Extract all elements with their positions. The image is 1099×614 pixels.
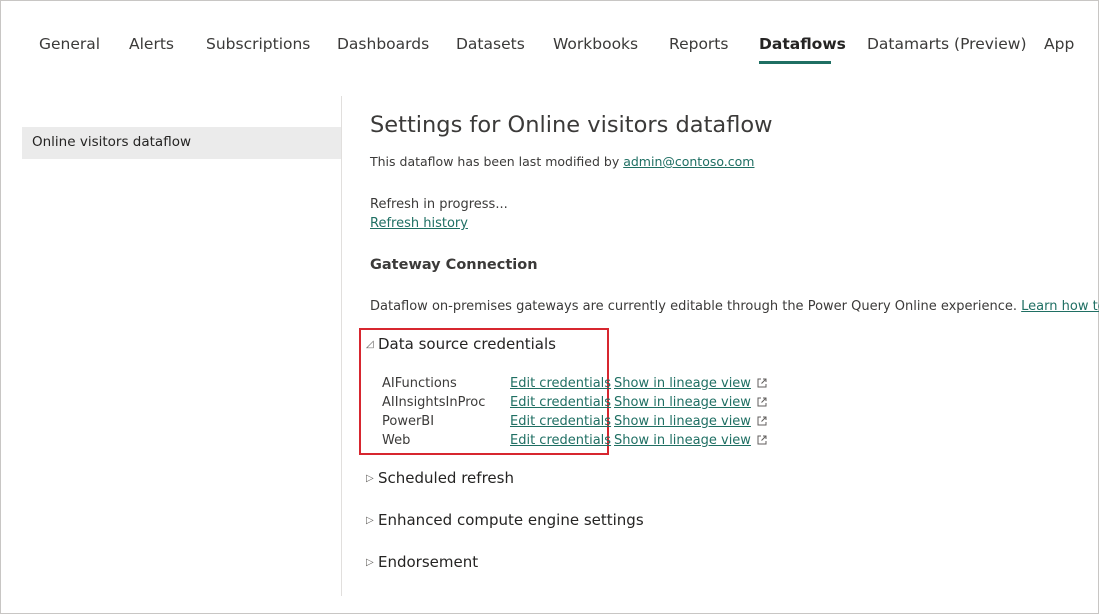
tab-datasets[interactable]: Datasets: [456, 35, 525, 53]
enhanced-compute-engine-toggle[interactable]: ▷ Enhanced compute engine settings: [366, 511, 644, 529]
settings-tabs: General Alerts Subscriptions Dashboards …: [0, 0, 1099, 80]
external-link-icon: [757, 397, 767, 407]
scheduled-refresh-label: Scheduled refresh: [378, 469, 514, 487]
lineage-link-wrapper: Show in lineage view: [614, 433, 767, 448]
caret-collapsed-icon: ▷: [366, 515, 374, 526]
gateway-connection-heading: Gateway Connection: [370, 257, 538, 273]
data-source-credentials-label: Data source credentials: [378, 335, 556, 353]
last-modified-prefix: This dataflow has been last modified by: [370, 154, 624, 169]
tab-alerts[interactable]: Alerts: [129, 35, 174, 53]
credential-name: Web: [382, 433, 411, 448]
sidebar-divider: [341, 96, 342, 596]
edit-credentials-link[interactable]: Edit credentials: [510, 414, 611, 429]
modified-by-link[interactable]: admin@contoso.com: [623, 154, 754, 169]
edit-credentials-link[interactable]: Edit credentials: [510, 433, 611, 448]
show-in-lineage-view-link[interactable]: Show in lineage view: [614, 433, 751, 448]
sidebar-item-online-visitors-dataflow[interactable]: Online visitors dataflow: [22, 127, 341, 159]
refresh-status: Refresh in progress...: [370, 197, 508, 212]
show-in-lineage-view-link[interactable]: Show in lineage view: [614, 376, 751, 391]
scheduled-refresh-toggle[interactable]: ▷ Scheduled refresh: [366, 469, 514, 487]
learn-how-to-edit-link[interactable]: Learn how to edit: [1021, 299, 1099, 314]
show-in-lineage-view-link[interactable]: Show in lineage view: [614, 414, 751, 429]
gateway-description-text: Dataflow on-premises gateways are curren…: [370, 299, 1022, 314]
refresh-history-link[interactable]: Refresh history: [370, 216, 468, 231]
external-link-icon: [757, 435, 767, 445]
external-link-icon: [757, 416, 767, 426]
show-in-lineage-view-link[interactable]: Show in lineage view: [614, 395, 751, 410]
tab-general[interactable]: General: [39, 35, 100, 53]
endorsement-label: Endorsement: [378, 553, 479, 571]
tab-reports[interactable]: Reports: [669, 35, 728, 53]
data-source-credentials-toggle[interactable]: ◿ Data source credentials: [366, 335, 556, 353]
tab-dashboards[interactable]: Dashboards: [337, 35, 429, 53]
tab-datamarts[interactable]: Datamarts (Preview): [867, 35, 1027, 53]
page-title: Settings for Online visitors dataflow: [370, 112, 773, 138]
caret-collapsed-icon: ▷: [366, 473, 374, 484]
tab-dataflows[interactable]: Dataflows: [759, 35, 846, 53]
lineage-link-wrapper: Show in lineage view: [614, 414, 767, 429]
gateway-description: Dataflow on-premises gateways are curren…: [370, 299, 1099, 314]
refresh-history: Refresh history: [370, 216, 468, 231]
credential-name: AIFunctions: [382, 376, 457, 391]
last-modified-text: This dataflow has been last modified by …: [370, 154, 754, 169]
sidebar-item-label: Online visitors dataflow: [32, 134, 192, 150]
lineage-link-wrapper: Show in lineage view: [614, 395, 767, 410]
external-link-icon: [757, 378, 767, 388]
edit-credentials-link[interactable]: Edit credentials: [510, 395, 611, 410]
credential-name: PowerBI: [382, 414, 435, 429]
enhanced-compute-engine-label: Enhanced compute engine settings: [378, 511, 644, 529]
active-tab-indicator: [759, 61, 831, 64]
caret-expanded-icon: ◿: [366, 339, 374, 350]
edit-credentials-link[interactable]: Edit credentials: [510, 376, 611, 391]
endorsement-toggle[interactable]: ▷ Endorsement: [366, 553, 478, 571]
lineage-link-wrapper: Show in lineage view: [614, 376, 767, 391]
tab-app[interactable]: App: [1044, 35, 1074, 53]
credential-name: AIInsightsInProc: [382, 395, 486, 410]
tab-subscriptions[interactable]: Subscriptions: [206, 35, 310, 53]
tab-workbooks[interactable]: Workbooks: [553, 35, 638, 53]
caret-collapsed-icon: ▷: [366, 557, 374, 568]
